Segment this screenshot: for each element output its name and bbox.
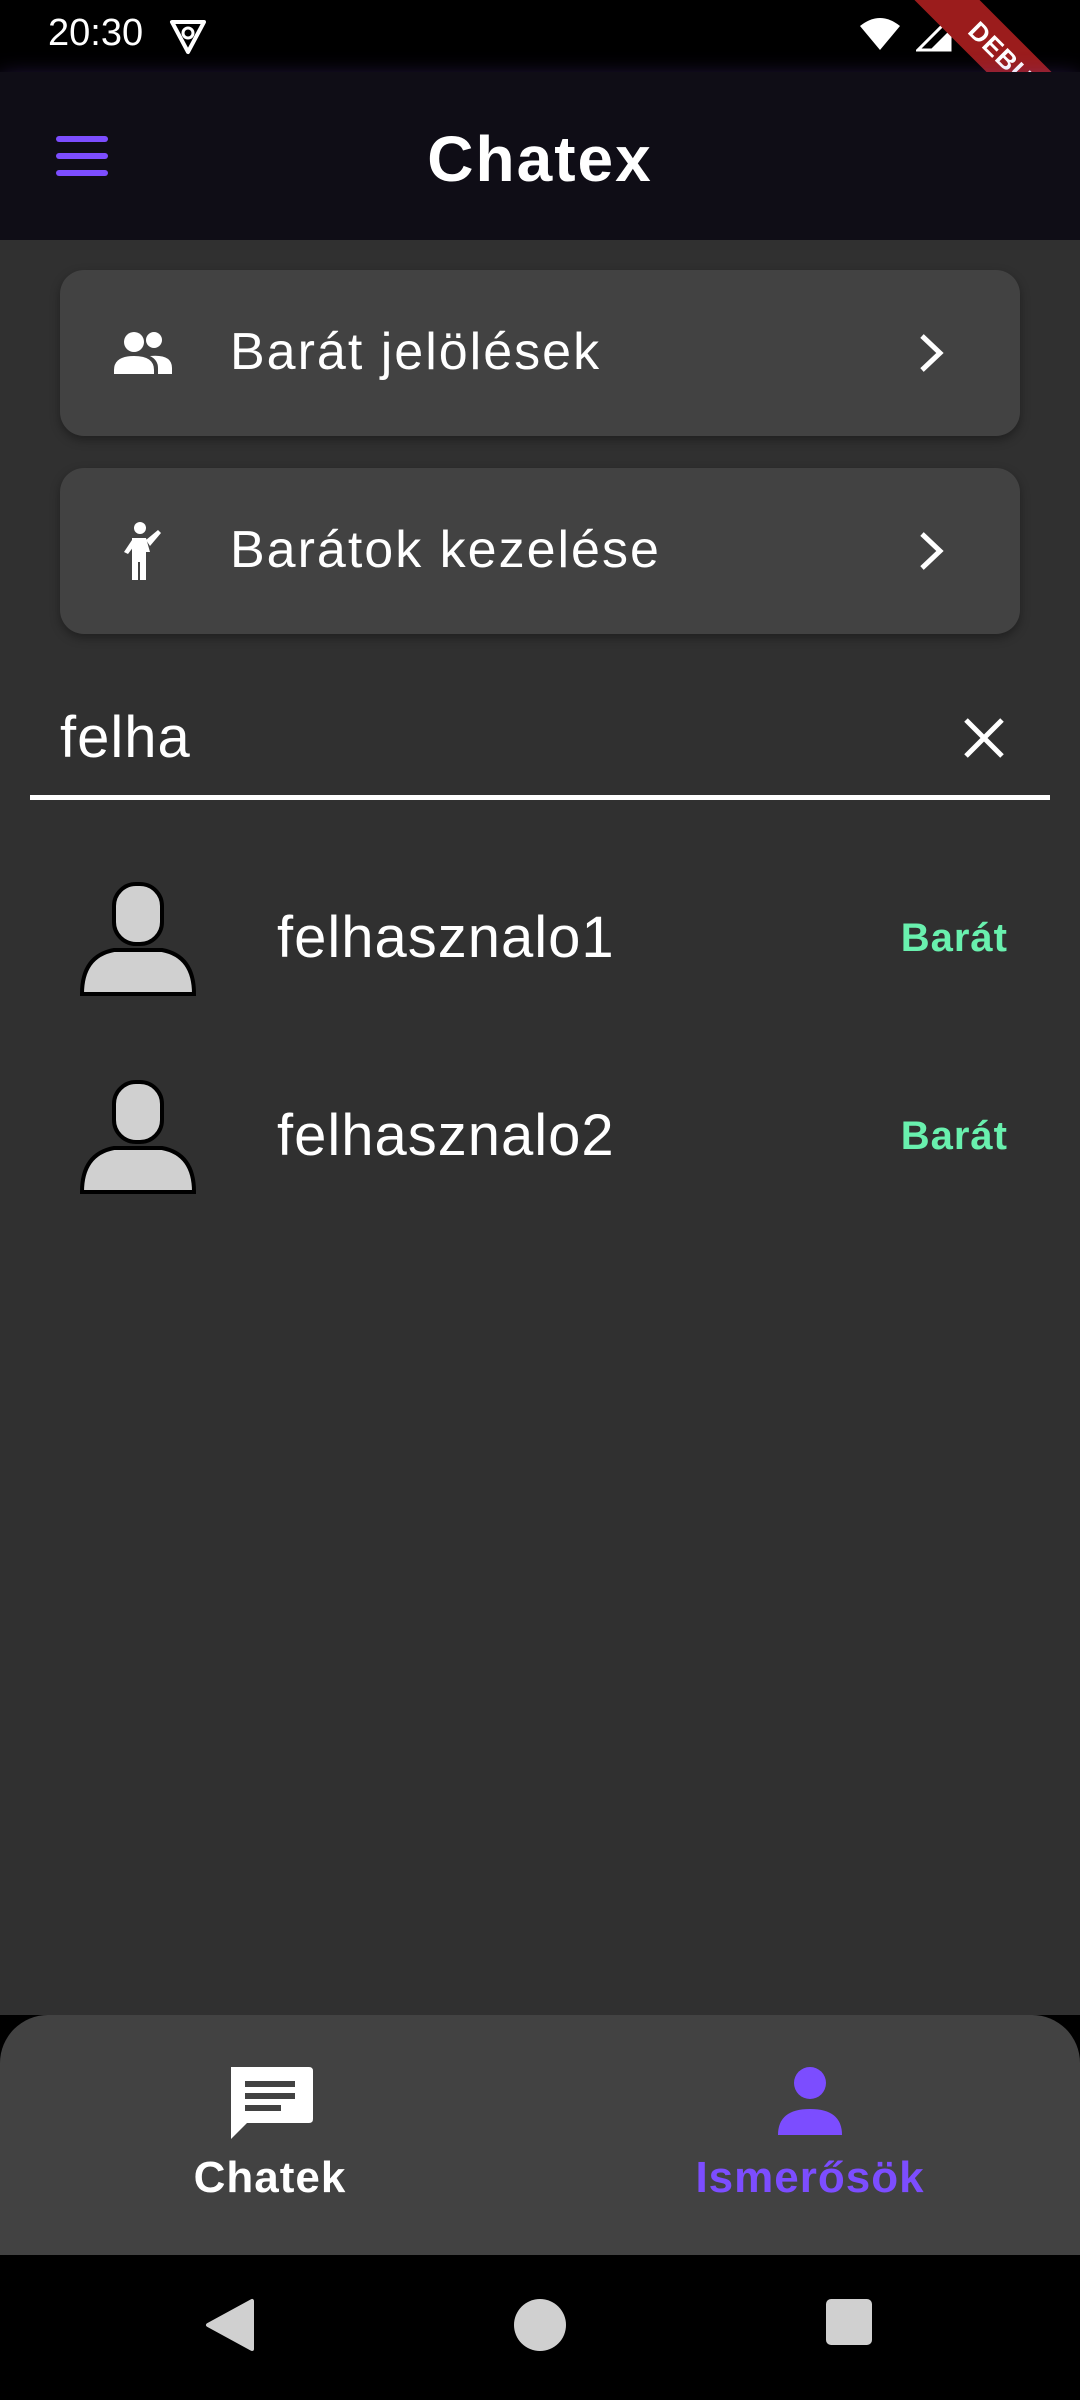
- username: felhasznalo2: [277, 1103, 615, 1168]
- status-time: 20:30: [48, 12, 144, 54]
- friend-status-badge: Barát: [900, 1114, 1008, 1158]
- tab-contacts[interactable]: Ismerősök: [540, 2015, 1080, 2255]
- manage-friends-card[interactable]: Barátok kezelése: [60, 468, 1020, 634]
- tab-contacts-label: Ismerősök: [695, 2153, 925, 2202]
- app-bar: Chatex: [0, 72, 1080, 240]
- friend-status-badge: Barát: [900, 916, 1008, 960]
- chevron-right-icon: [920, 334, 944, 372]
- list-item[interactable]: felhasznalo1 Barát: [0, 860, 1080, 1040]
- username: felhasznalo1: [277, 905, 615, 970]
- wifi-icon: [860, 18, 900, 50]
- status-bar: 20:30 DEBUG: [0, 0, 1080, 170]
- search-field: [30, 680, 1050, 800]
- person-waving-icon: [124, 522, 161, 580]
- home-icon[interactable]: [512, 2297, 568, 2353]
- friend-requests-label: Barát jelölések: [230, 323, 602, 381]
- list-item[interactable]: felhasznalo2 Barát: [0, 1058, 1080, 1238]
- search-input[interactable]: [60, 702, 920, 772]
- chevron-right-icon: [920, 532, 944, 570]
- page-title: Chatex: [427, 123, 653, 195]
- person-icon: [778, 2067, 842, 2135]
- bottom-navigation: Chatek Ismerősök: [0, 2015, 1080, 2255]
- people-icon: [114, 332, 172, 374]
- recents-icon[interactable]: [824, 2297, 874, 2347]
- tab-chats[interactable]: Chatek: [0, 2015, 540, 2255]
- chat-icon: [231, 2067, 313, 2139]
- vpn-key-icon: [170, 20, 206, 54]
- tab-chats-label: Chatek: [193, 2153, 347, 2202]
- avatar: [79, 882, 197, 996]
- avatar: [79, 1080, 197, 1194]
- main-content: Barát jelölések Barátok kezelése felhasz…: [0, 240, 1080, 2015]
- clear-icon[interactable]: [962, 716, 1006, 760]
- system-navigation-bar: [0, 2255, 1080, 2400]
- manage-friends-label: Barátok kezelése: [230, 521, 661, 579]
- back-icon[interactable]: [204, 2297, 256, 2353]
- friend-requests-card[interactable]: Barát jelölések: [60, 270, 1020, 436]
